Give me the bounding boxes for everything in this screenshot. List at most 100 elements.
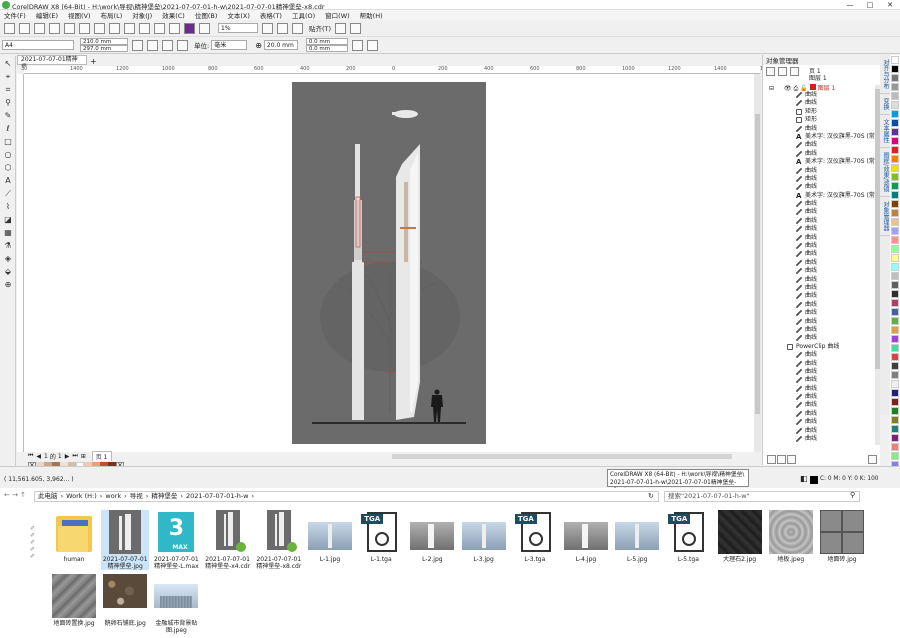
object-tree-item[interactable]: 曲线 bbox=[763, 309, 875, 317]
drop-shadow-icon[interactable]: ◪ bbox=[3, 215, 13, 225]
file-item[interactable]: TGA L-5.tga bbox=[664, 510, 712, 563]
palette-swatch[interactable] bbox=[891, 290, 899, 298]
palette-swatch[interactable] bbox=[891, 191, 899, 199]
breadcrumb-item[interactable]: 精神堡垒 bbox=[151, 492, 177, 501]
object-tree-item[interactable]: 曲线 bbox=[763, 91, 875, 99]
palette-swatch[interactable] bbox=[891, 299, 899, 307]
object-tree-item[interactable]: 曲线 bbox=[763, 292, 875, 300]
object-tree-item[interactable]: 曲线 bbox=[763, 183, 875, 191]
palette-swatch[interactable] bbox=[891, 326, 899, 334]
duplicate-y-field[interactable]: 0.0 mm bbox=[305, 45, 348, 52]
object-tree-item[interactable]: 曲线 bbox=[763, 141, 875, 149]
landscape-icon[interactable] bbox=[147, 39, 158, 51]
new-document-icon[interactable] bbox=[4, 22, 15, 34]
palette-swatch[interactable] bbox=[891, 344, 899, 352]
object-tree-item[interactable]: 曲线 bbox=[763, 284, 875, 292]
interactive-fill-icon[interactable]: ◈ bbox=[3, 254, 13, 264]
smart-fill-icon[interactable]: ⬙ bbox=[3, 267, 13, 277]
maximize-button[interactable]: □ bbox=[860, 0, 880, 10]
refresh-icon[interactable]: ↻ bbox=[648, 492, 654, 500]
file-item[interactable]: 2021-07-07-01 精神堡垒-x8.cdr bbox=[255, 510, 303, 570]
menu-item[interactable]: 文件(F) bbox=[4, 10, 26, 20]
palette-swatch[interactable] bbox=[891, 92, 899, 100]
show-grid-icon[interactable] bbox=[292, 22, 303, 34]
palette-swatch[interactable] bbox=[891, 83, 899, 91]
vertical-scrollbar[interactable] bbox=[754, 74, 761, 452]
menu-item[interactable]: 编辑(E) bbox=[36, 10, 58, 20]
palette-swatch[interactable] bbox=[891, 218, 899, 226]
palette-swatch[interactable] bbox=[891, 434, 899, 442]
cut-icon[interactable] bbox=[64, 22, 75, 34]
menu-item[interactable]: 布局(L) bbox=[101, 10, 123, 20]
palette-swatch[interactable] bbox=[891, 389, 899, 397]
object-tree-item[interactable]: 曲线 bbox=[763, 393, 875, 401]
palette-swatch[interactable] bbox=[891, 227, 899, 235]
parallel-dimension-icon[interactable]: ⟋ bbox=[3, 189, 13, 199]
show-rulers-icon[interactable] bbox=[277, 22, 288, 34]
palette-swatch[interactable] bbox=[891, 164, 899, 172]
search-icon[interactable]: ⚲ bbox=[850, 491, 855, 499]
breadcrumb-item[interactable]: 此电脑 bbox=[38, 492, 58, 501]
object-tree-item[interactable]: A美术字: 汉仪旗黑-70S (常规... bbox=[763, 158, 875, 166]
ellipse-tool-icon[interactable]: ○ bbox=[3, 150, 13, 160]
object-tree-item[interactable]: 曲线 bbox=[763, 150, 875, 158]
import-icon[interactable] bbox=[154, 22, 165, 34]
object-tree-item[interactable]: 曲线 bbox=[763, 267, 875, 275]
pin-icon[interactable]: ✐ bbox=[30, 553, 40, 560]
polygon-tool-icon[interactable]: ⬡ bbox=[3, 163, 13, 173]
nudge-distance-field[interactable]: 20.0 mm bbox=[263, 40, 298, 50]
object-tree-item[interactable]: 曲线 bbox=[763, 368, 875, 376]
object-tree-item[interactable]: 曲线 bbox=[763, 301, 875, 309]
rectangle-tool-icon[interactable]: □ bbox=[3, 137, 13, 147]
units-select[interactable]: 毫米 bbox=[211, 40, 248, 50]
edit-page-icon[interactable] bbox=[351, 39, 363, 51]
last-page-button[interactable]: ⏭ bbox=[72, 452, 77, 460]
first-page-button[interactable]: ⏮ bbox=[28, 452, 33, 460]
crop-tool-icon[interactable]: ⌗ bbox=[3, 85, 13, 95]
current-page-icon[interactable] bbox=[177, 39, 188, 51]
object-tree-item[interactable]: 曲线 bbox=[763, 217, 875, 225]
palette-swatch[interactable] bbox=[891, 146, 899, 154]
add-document-icon[interactable]: + bbox=[90, 57, 97, 66]
file-item[interactable]: 2021-07-07-01 精神堡垒.jpg bbox=[101, 510, 150, 570]
palette-swatch[interactable] bbox=[891, 110, 899, 118]
duplicate-x-field[interactable]: 0.0 mm bbox=[305, 38, 348, 45]
object-tree-item[interactable]: 矩形 bbox=[763, 108, 875, 116]
copy-icon[interactable] bbox=[79, 22, 90, 34]
object-tree-item[interactable]: 曲线 bbox=[763, 334, 875, 342]
object-tree-item[interactable]: 矩形 bbox=[763, 116, 875, 124]
delete-icon[interactable] bbox=[868, 455, 877, 464]
breadcrumb-item[interactable]: 2021-07-07-01-h-w bbox=[186, 492, 249, 501]
print-icon[interactable] bbox=[49, 22, 60, 34]
palette-swatch[interactable] bbox=[891, 236, 899, 244]
menu-item[interactable]: 文本(X) bbox=[227, 10, 250, 20]
palette-swatch[interactable] bbox=[891, 101, 899, 109]
object-tree-item[interactable]: 曲线 bbox=[763, 385, 875, 393]
page-tab[interactable]: 页 1 bbox=[91, 450, 112, 462]
palette-swatch[interactable] bbox=[891, 443, 899, 451]
file-item[interactable]: L-4.jpg bbox=[562, 510, 610, 563]
object-tree[interactable]: 曲线曲线矩形矩形曲线A美术字: 汉仪旗黑-70S (常规...曲线曲线A美术字:… bbox=[763, 91, 875, 447]
portrait-icon[interactable] bbox=[132, 39, 143, 51]
pin-icon[interactable]: ✐ bbox=[30, 532, 40, 539]
transparency-icon[interactable]: ▦ bbox=[3, 228, 13, 238]
file-item[interactable]: TGA L-1.tga bbox=[357, 510, 405, 563]
palette-swatch[interactable] bbox=[891, 182, 899, 190]
palette-swatch[interactable] bbox=[891, 416, 899, 424]
add-tool-icon[interactable]: ⊕ bbox=[3, 280, 13, 290]
file-item[interactable]: 鹅卵石铺底.jpg bbox=[101, 574, 149, 627]
palette-swatch[interactable] bbox=[891, 398, 899, 406]
eyedropper-icon[interactable]: ⚗ bbox=[3, 241, 13, 251]
pick-tool-icon[interactable]: ↖ bbox=[3, 59, 13, 69]
file-item[interactable]: 2021-07-07-01 精神堡垒-x4.cdr bbox=[204, 510, 252, 570]
file-item[interactable]: human bbox=[50, 510, 98, 563]
palette-swatch[interactable] bbox=[891, 281, 899, 289]
vertical-ruler[interactable] bbox=[17, 74, 24, 452]
file-item[interactable]: 3 MAX 2021-07-07-01 精神堡垒-L.max bbox=[152, 510, 200, 570]
app-launcher-icon[interactable] bbox=[199, 22, 210, 34]
horizontal-scrollbar[interactable] bbox=[391, 453, 732, 459]
object-tree-item[interactable]: 曲线 bbox=[763, 200, 875, 208]
address-bar[interactable]: 此电脑 › Work (H:) › work › 导视 › 精神堡垒 › 2021-07-07-01… bbox=[34, 491, 659, 502]
object-tree-item[interactable]: A美术字: 汉仪旗黑-70S (常规... bbox=[763, 192, 875, 200]
object-tree-item[interactable]: 曲线 bbox=[763, 234, 875, 242]
